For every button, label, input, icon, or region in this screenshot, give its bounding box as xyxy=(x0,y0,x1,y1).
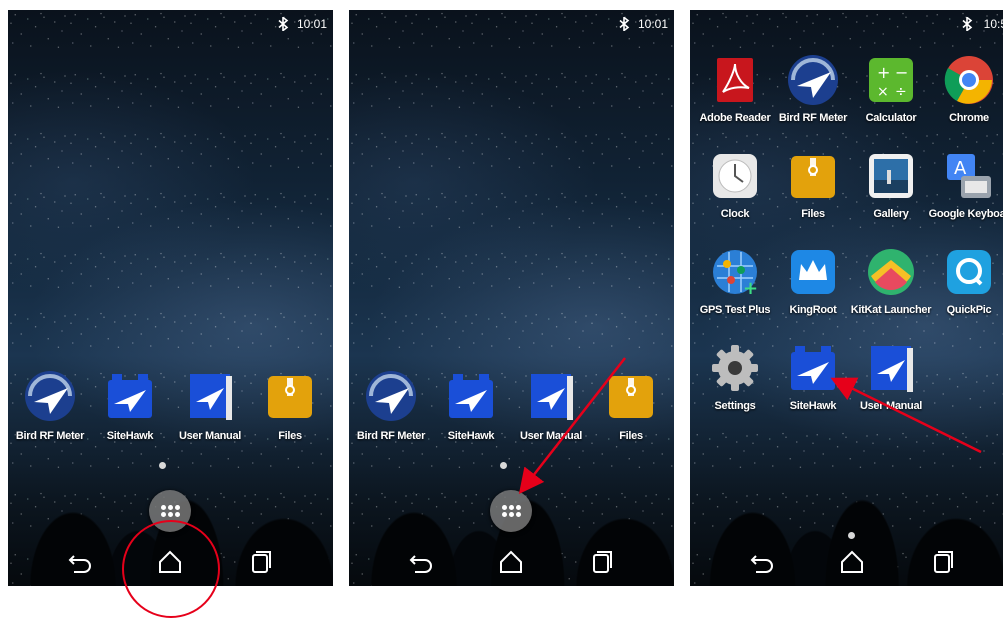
arrow-to-all-apps xyxy=(518,357,626,494)
annotation-arrows xyxy=(518,357,982,494)
arrow-to-sitehawk xyxy=(830,377,982,454)
